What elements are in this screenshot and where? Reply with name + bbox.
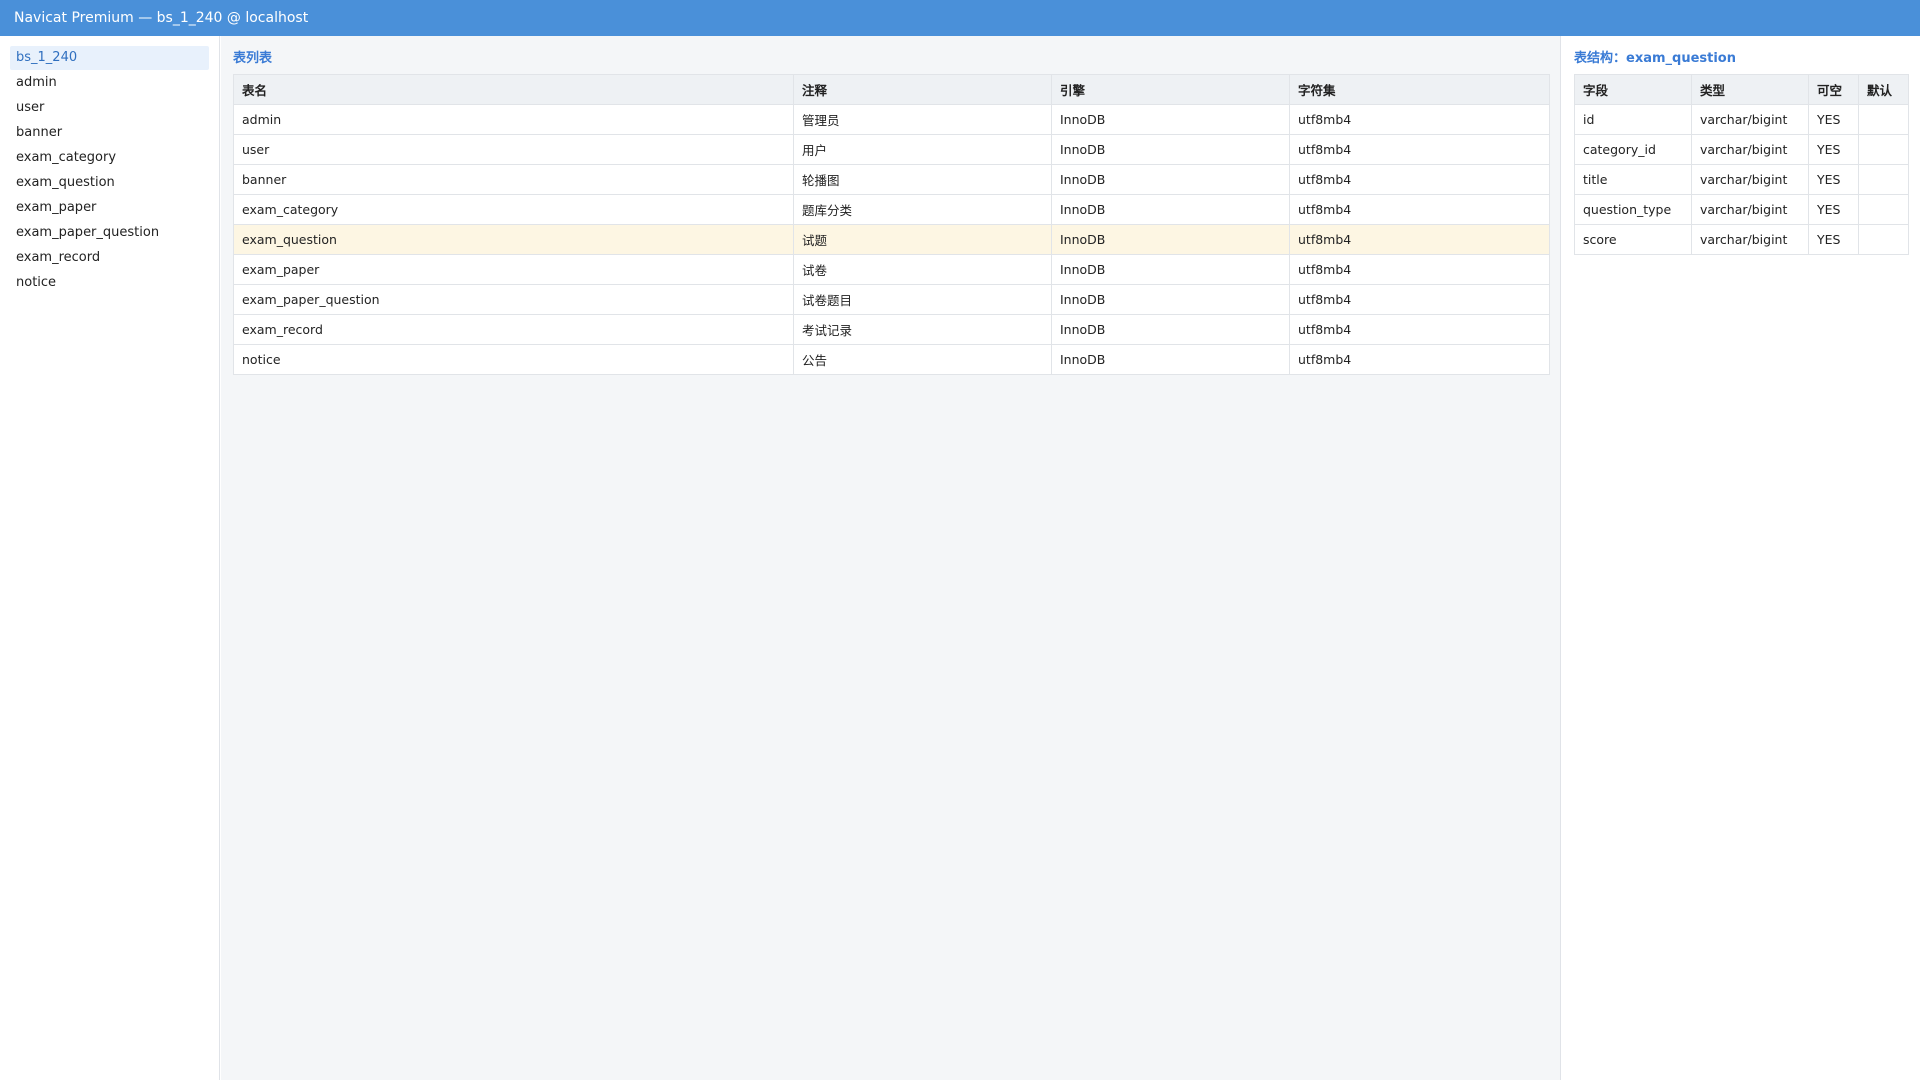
- table-row-selected[interactable]: exam_question 试题 InnoDB utf8mb4: [233, 224, 1550, 255]
- table-row[interactable]: exam_paper 试卷 InnoDB utf8mb4: [233, 254, 1550, 285]
- table-list-grid: 表名 注释 引擎 字符集 admin 管理员 InnoDB utf8mb4 us…: [233, 74, 1550, 375]
- table-engine-cell: InnoDB: [1051, 194, 1290, 225]
- table-row[interactable]: admin 管理员 InnoDB utf8mb4: [233, 104, 1550, 135]
- field-type-cell: varchar/bigint: [1691, 164, 1809, 195]
- field-default-cell: [1858, 164, 1909, 195]
- table-name-cell: user: [233, 134, 794, 165]
- table-name-cell: exam_paper_question: [233, 284, 794, 315]
- column-header-comment[interactable]: 注释: [793, 74, 1052, 105]
- table-row[interactable]: exam_paper_question 试卷题目 InnoDB utf8mb4: [233, 284, 1550, 315]
- table-charset-cell: utf8mb4: [1289, 134, 1550, 165]
- table-comment-cell: 轮播图: [793, 164, 1052, 195]
- table-row[interactable]: exam_record 考试记录 InnoDB utf8mb4: [233, 314, 1550, 345]
- field-type-cell: varchar/bigint: [1691, 134, 1809, 165]
- field-type-cell: varchar/bigint: [1691, 194, 1809, 225]
- structure-row[interactable]: category_id varchar/bigint YES: [1574, 134, 1909, 165]
- table-comment-cell: 题库分类: [793, 194, 1052, 225]
- table-name-cell: exam_paper: [233, 254, 794, 285]
- table-comment-cell: 试卷题目: [793, 284, 1052, 315]
- sidebar-item-exam_paper[interactable]: exam_paper: [10, 196, 209, 220]
- sidebar-item-admin[interactable]: admin: [10, 71, 209, 95]
- field-nullable-cell: YES: [1808, 164, 1859, 195]
- table-engine-cell: InnoDB: [1051, 254, 1290, 285]
- sidebar-item-user[interactable]: user: [10, 96, 209, 120]
- table-engine-cell: InnoDB: [1051, 344, 1290, 375]
- sidebar-item-bs_1_240[interactable]: bs_1_240: [10, 46, 209, 70]
- structure-row[interactable]: id varchar/bigint YES: [1574, 104, 1909, 135]
- table-engine-cell: InnoDB: [1051, 314, 1290, 345]
- window-title: Navicat Premium — bs_1_240 @ localhost: [14, 10, 309, 26]
- table-comment-cell: 管理员: [793, 104, 1052, 135]
- table-charset-cell: utf8mb4: [1289, 164, 1550, 195]
- table-row[interactable]: user 用户 InnoDB utf8mb4: [233, 134, 1550, 165]
- table-comment-cell: 试卷: [793, 254, 1052, 285]
- table-charset-cell: utf8mb4: [1289, 284, 1550, 315]
- column-header-engine[interactable]: 引擎: [1051, 74, 1290, 105]
- field-default-cell: [1858, 224, 1909, 255]
- sidebar-item-exam_paper_question[interactable]: exam_paper_question: [10, 221, 209, 245]
- table-row[interactable]: banner 轮播图 InnoDB utf8mb4: [233, 164, 1550, 195]
- table-list-title: 表列表: [233, 51, 273, 66]
- field-default-cell: [1858, 104, 1909, 135]
- table-comment-cell: 公告: [793, 344, 1052, 375]
- field-name-cell: score: [1574, 224, 1692, 255]
- table-list-panel: 表列表 表名 注释 引擎 字符集 admin 管理员 InnoDB utf8mb…: [221, 36, 1561, 1080]
- table-charset-cell: utf8mb4: [1289, 224, 1550, 255]
- column-header-nullable: 可空: [1808, 74, 1859, 105]
- field-name-cell: category_id: [1574, 134, 1692, 165]
- field-name-cell: id: [1574, 104, 1692, 135]
- table-row[interactable]: notice 公告 InnoDB utf8mb4: [233, 344, 1550, 375]
- sidebar-item-exam_question[interactable]: exam_question: [10, 171, 209, 195]
- database-sidebar: bs_1_240 admin user banner exam_category…: [0, 36, 220, 1080]
- table-name-cell: exam_question: [233, 224, 794, 255]
- table-charset-cell: utf8mb4: [1289, 104, 1550, 135]
- table-charset-cell: utf8mb4: [1289, 194, 1550, 225]
- table-engine-cell: InnoDB: [1051, 284, 1290, 315]
- column-header-charset[interactable]: 字符集: [1289, 74, 1550, 105]
- table-engine-cell: InnoDB: [1051, 224, 1290, 255]
- table-comment-cell: 试题: [793, 224, 1052, 255]
- table-row[interactable]: exam_category 题库分类 InnoDB utf8mb4: [233, 194, 1550, 225]
- field-type-cell: varchar/bigint: [1691, 224, 1809, 255]
- table-list-header-row: 表名 注释 引擎 字符集: [233, 74, 1550, 105]
- structure-row[interactable]: title varchar/bigint YES: [1574, 164, 1909, 195]
- structure-row[interactable]: score varchar/bigint YES: [1574, 224, 1909, 255]
- table-engine-cell: InnoDB: [1051, 104, 1290, 135]
- sidebar-item-notice[interactable]: notice: [10, 271, 209, 295]
- structure-header-row: 字段 类型 可空 默认: [1574, 74, 1909, 105]
- table-charset-cell: utf8mb4: [1289, 314, 1550, 345]
- table-charset-cell: utf8mb4: [1289, 344, 1550, 375]
- column-header-table-name[interactable]: 表名: [233, 74, 794, 105]
- table-structure-panel: 表结构：exam_question 字段 类型 可空 默认 id varchar…: [1562, 36, 1920, 1080]
- table-engine-cell: InnoDB: [1051, 134, 1290, 165]
- structure-title: 表结构：exam_question: [1574, 51, 1736, 66]
- field-name-cell: question_type: [1574, 194, 1692, 225]
- field-default-cell: [1858, 194, 1909, 225]
- table-comment-cell: 用户: [793, 134, 1052, 165]
- table-name-cell: exam_record: [233, 314, 794, 345]
- window-title-bar: Navicat Premium — bs_1_240 @ localhost: [0, 0, 1920, 36]
- table-name-cell: notice: [233, 344, 794, 375]
- column-header-type: 类型: [1691, 74, 1809, 105]
- table-comment-cell: 考试记录: [793, 314, 1052, 345]
- field-name-cell: title: [1574, 164, 1692, 195]
- field-type-cell: varchar/bigint: [1691, 104, 1809, 135]
- field-nullable-cell: YES: [1808, 104, 1859, 135]
- table-engine-cell: InnoDB: [1051, 164, 1290, 195]
- structure-grid: 字段 类型 可空 默认 id varchar/bigint YES catego…: [1574, 74, 1909, 255]
- sidebar-item-exam_category[interactable]: exam_category: [10, 146, 209, 170]
- field-nullable-cell: YES: [1808, 194, 1859, 225]
- field-nullable-cell: YES: [1808, 224, 1859, 255]
- structure-row[interactable]: question_type varchar/bigint YES: [1574, 194, 1909, 225]
- column-header-field: 字段: [1574, 74, 1692, 105]
- field-default-cell: [1858, 134, 1909, 165]
- table-charset-cell: utf8mb4: [1289, 254, 1550, 285]
- table-name-cell: admin: [233, 104, 794, 135]
- field-nullable-cell: YES: [1808, 134, 1859, 165]
- column-header-default: 默认: [1858, 74, 1909, 105]
- sidebar-item-banner[interactable]: banner: [10, 121, 209, 145]
- table-name-cell: exam_category: [233, 194, 794, 225]
- sidebar-item-exam_record[interactable]: exam_record: [10, 246, 209, 270]
- table-name-cell: banner: [233, 164, 794, 195]
